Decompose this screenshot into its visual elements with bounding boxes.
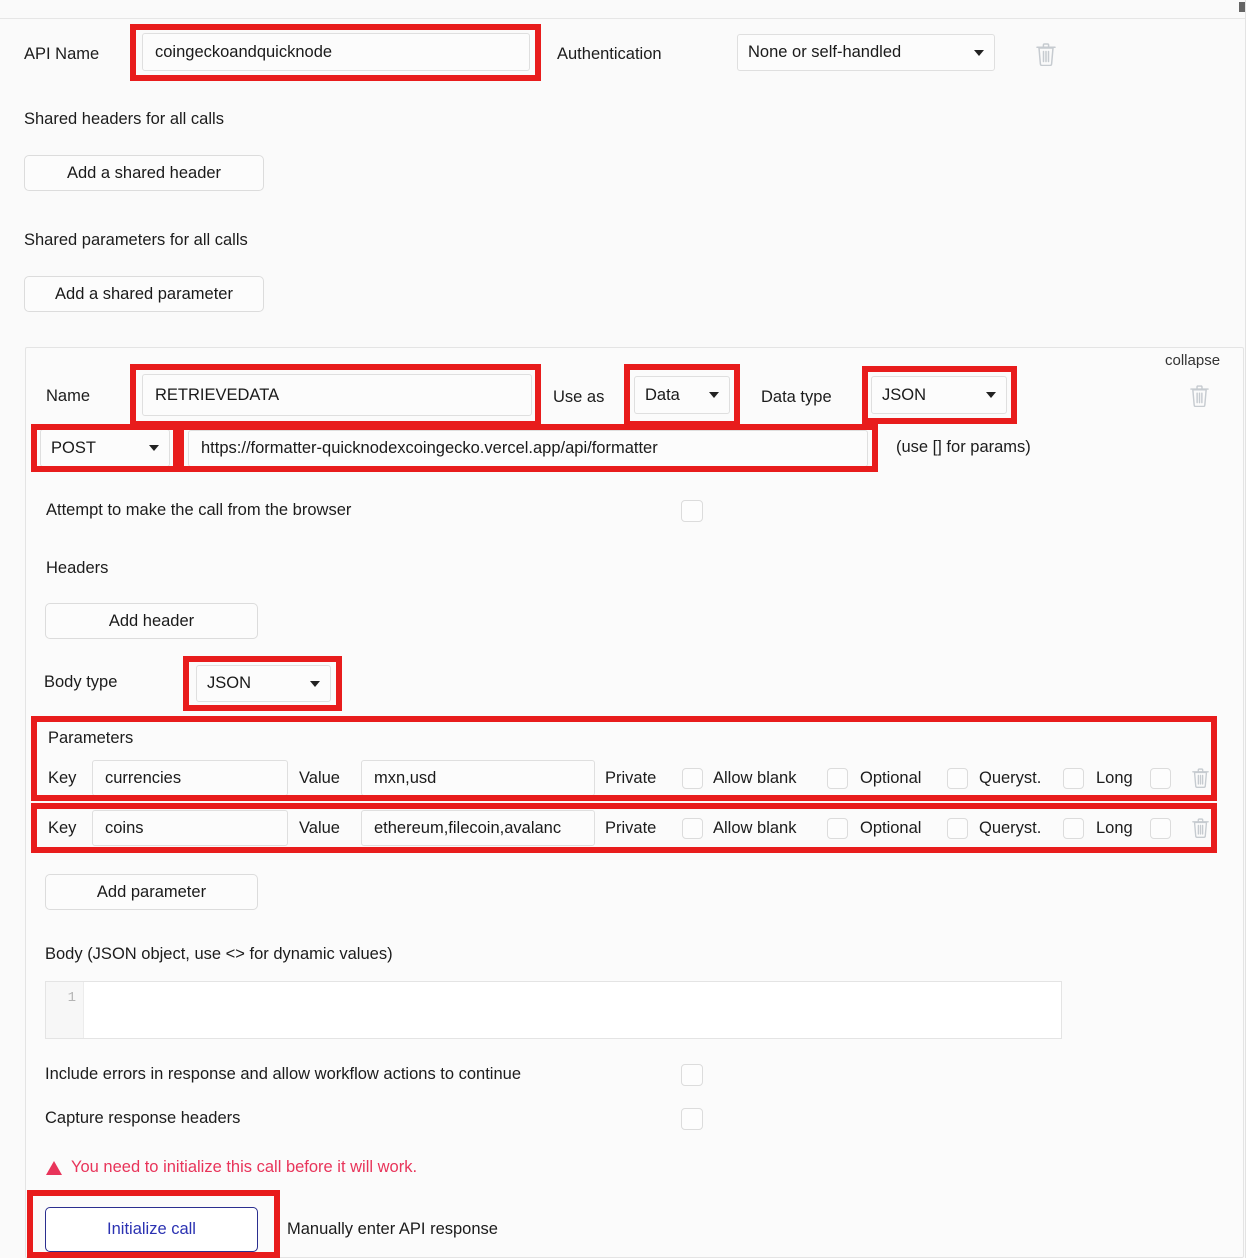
chevron-down-icon — [974, 49, 984, 56]
param-querystring-label: Queryst. — [979, 769, 1042, 787]
add-header-button[interactable]: Add header — [45, 603, 258, 639]
param-private-label: Private — [605, 819, 657, 837]
data-type-select[interactable]: JSON — [871, 376, 1007, 414]
data-type-select-value: JSON — [882, 385, 927, 404]
add-shared-header-button[interactable]: Add a shared header — [24, 155, 264, 191]
body-editor-line-numbers: 1 — [46, 982, 84, 1038]
manual-response-link[interactable]: Manually enter API response — [287, 1220, 498, 1239]
api-connector-page: API Name coingeckoandquicknode Authentic… — [0, 0, 1258, 1258]
param-value-label: Value — [299, 769, 340, 787]
chevron-down-icon — [709, 392, 719, 398]
param-value-input[interactable]: mxn,usd — [361, 760, 595, 796]
param-value-input[interactable]: ethereum,filecoin,avalanc — [361, 810, 595, 846]
body-label: Body (JSON object, use <> for dynamic va… — [45, 945, 393, 963]
vertical-scrollbar[interactable] — [1239, 2, 1245, 12]
initialize-warning: You need to initialize this call before … — [46, 1158, 417, 1177]
param-long-checkbox[interactable] — [1150, 768, 1171, 789]
authentication-label: Authentication — [557, 45, 662, 63]
use-as-label: Use as — [553, 388, 605, 406]
data-type-label: Data type — [761, 388, 832, 406]
param-optional-label: Optional — [860, 819, 922, 837]
top-divider — [0, 18, 1245, 19]
param-key-label: Key — [48, 769, 77, 787]
page-right-gutter — [1245, 0, 1258, 1258]
call-name-label: Name — [46, 387, 91, 405]
body-editor[interactable]: 1 — [45, 981, 1062, 1039]
api-delete-trash-icon[interactable] — [1036, 43, 1056, 66]
use-as-select[interactable]: Data — [634, 376, 730, 414]
chevron-down-icon — [986, 392, 996, 398]
param-key-input[interactable]: coins — [92, 810, 288, 846]
param-private-checkbox[interactable] — [682, 818, 703, 839]
url-input[interactable]: https://formatter-quicknodexcoingecko.ve… — [188, 430, 868, 467]
param-value-label: Value — [299, 819, 340, 837]
include-errors-label: Include errors in response and allow wor… — [45, 1065, 522, 1083]
url-hint: (use [] for params) — [896, 438, 1031, 456]
call-name-input[interactable]: RETRIEVEDATA — [142, 374, 532, 416]
browser-call-checkbox[interactable] — [681, 500, 703, 522]
body-type-label: Body type — [44, 673, 118, 691]
initialize-warning-text: You need to initialize this call before … — [71, 1158, 418, 1176]
param-delete-trash-icon[interactable] — [1192, 818, 1209, 838]
param-optional-checkbox[interactable] — [947, 818, 968, 839]
headers-label: Headers — [46, 559, 109, 577]
chevron-down-icon — [310, 680, 320, 687]
body-editor-textarea[interactable] — [84, 982, 1061, 1038]
body-type-select-value: JSON — [207, 674, 252, 692]
param-optional-checkbox[interactable] — [947, 768, 968, 789]
initialize-call-button[interactable]: Initialize call — [45, 1207, 258, 1252]
api-name-input[interactable]: coingeckoandquicknode — [142, 33, 530, 71]
param-delete-trash-icon[interactable] — [1192, 768, 1209, 788]
param-querystring-checkbox[interactable] — [1063, 818, 1084, 839]
include-errors-checkbox[interactable] — [681, 1064, 703, 1086]
parameters-label: Parameters — [48, 729, 134, 747]
param-long-checkbox[interactable] — [1150, 818, 1171, 839]
param-key-label: Key — [48, 819, 77, 837]
param-key-input[interactable]: currencies — [92, 760, 288, 796]
param-optional-label: Optional — [860, 769, 922, 787]
collapse-link[interactable]: collapse — [1165, 352, 1220, 369]
use-as-select-value: Data — [645, 385, 680, 404]
capture-response-headers-checkbox[interactable] — [681, 1108, 703, 1130]
chevron-down-icon — [149, 445, 159, 451]
browser-call-label: Attempt to make the call from the browse… — [46, 501, 352, 519]
authentication-select-value: None or self-handled — [748, 43, 902, 61]
authentication-select[interactable]: None or self-handled — [737, 34, 995, 71]
add-parameter-button[interactable]: Add parameter — [45, 874, 258, 910]
call-delete-trash-icon[interactable] — [1190, 385, 1209, 407]
body-type-select[interactable]: JSON — [196, 665, 331, 702]
param-allow-blank-checkbox[interactable] — [827, 818, 848, 839]
shared-headers-label: Shared headers for all calls — [24, 110, 224, 128]
shared-parameters-label: Shared parameters for all calls — [24, 231, 248, 249]
api-name-label: API Name — [24, 45, 100, 63]
param-long-label: Long — [1096, 819, 1133, 837]
http-method-value: POST — [51, 438, 96, 457]
warning-triangle-icon — [46, 1160, 62, 1175]
param-long-label: Long — [1096, 769, 1133, 787]
param-allow-blank-label: Allow blank — [713, 819, 797, 837]
add-shared-parameter-button[interactable]: Add a shared parameter — [24, 276, 264, 312]
param-querystring-label: Queryst. — [979, 819, 1042, 837]
param-private-label: Private — [605, 769, 657, 787]
param-private-checkbox[interactable] — [682, 768, 703, 789]
http-method-select[interactable]: POST — [40, 429, 170, 467]
param-allow-blank-label: Allow blank — [713, 769, 797, 787]
capture-response-headers-label: Capture response headers — [45, 1109, 241, 1127]
param-allow-blank-checkbox[interactable] — [827, 768, 848, 789]
param-querystring-checkbox[interactable] — [1063, 768, 1084, 789]
